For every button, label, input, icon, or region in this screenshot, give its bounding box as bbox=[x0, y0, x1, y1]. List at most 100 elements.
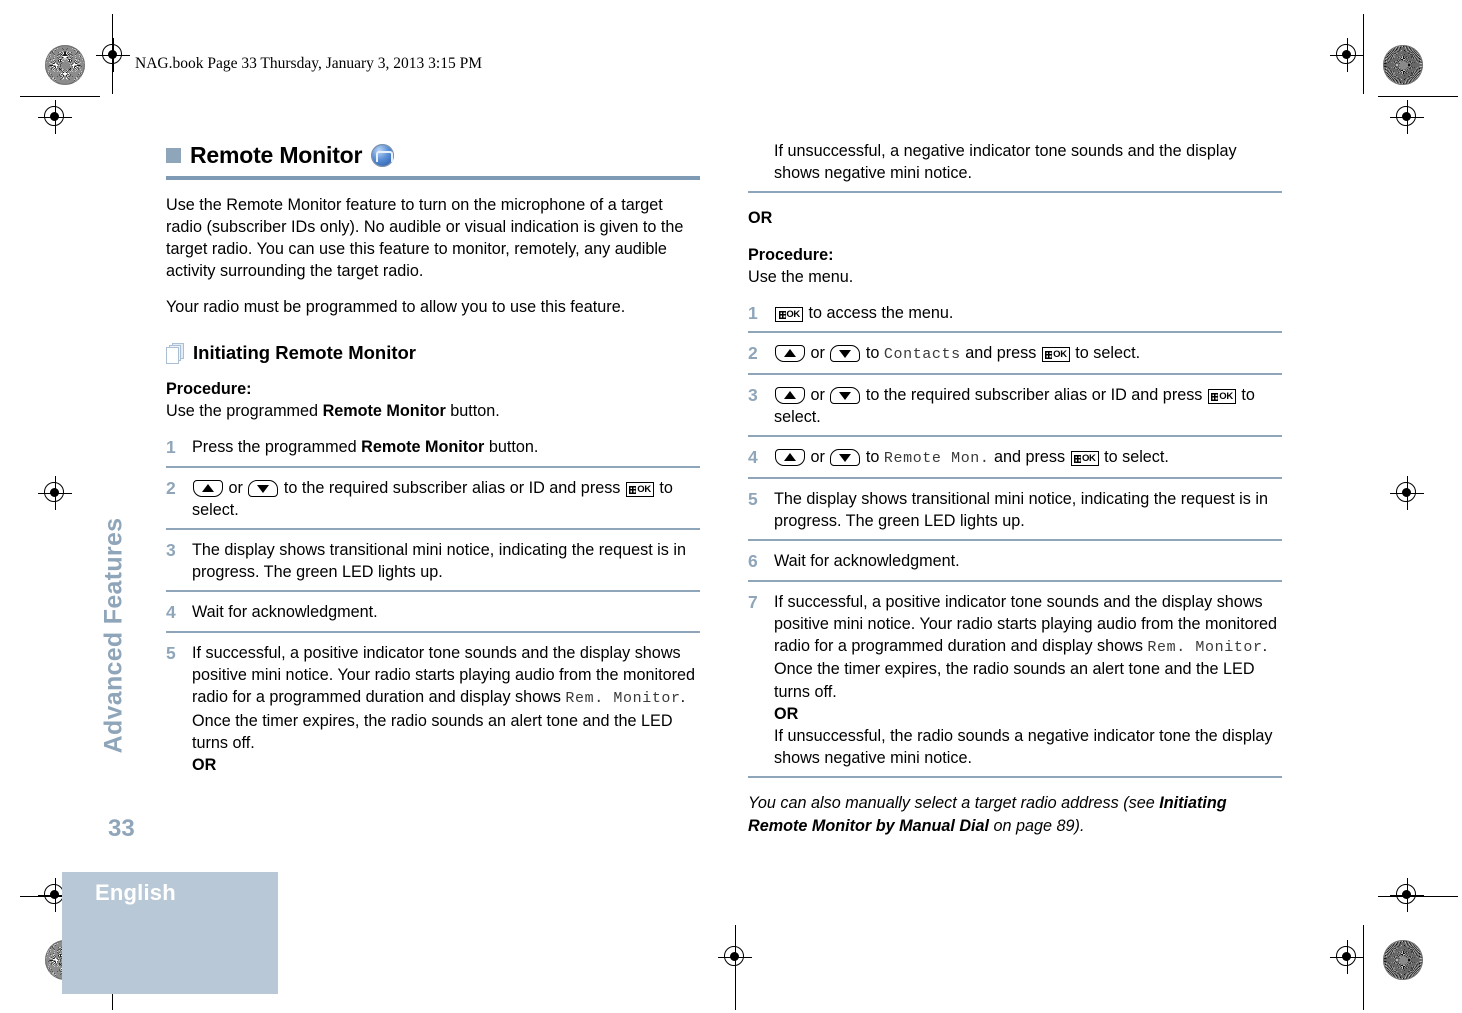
step-text: The display shows transitional mini noti… bbox=[192, 540, 686, 582]
step-number: 2 bbox=[748, 343, 758, 364]
step-text: and press bbox=[989, 448, 1070, 467]
procedure-step: 5 If successful, a positive indicator ton… bbox=[166, 642, 700, 783]
step-number: 4 bbox=[748, 447, 758, 468]
step-number: 4 bbox=[166, 602, 176, 623]
step-text: to bbox=[861, 344, 884, 363]
step-number: 1 bbox=[166, 437, 176, 458]
keypad-grid-glyph bbox=[1211, 392, 1219, 401]
step-content: The display shows transitional mini noti… bbox=[192, 539, 700, 583]
step-text: to the required subscriber alias or ID a… bbox=[279, 478, 625, 497]
procedure-step: 3 The display shows transitional mini not… bbox=[166, 539, 700, 593]
step-number: 5 bbox=[166, 642, 176, 663]
step-text: to select. bbox=[1099, 448, 1169, 467]
step-text: The display shows transitional mini noti… bbox=[774, 489, 1268, 530]
procedure-step: 2 or to Contacts and press OK to select. bbox=[748, 342, 1282, 375]
step-text: or bbox=[806, 344, 830, 363]
registration-crosshair-top-right bbox=[1330, 38, 1364, 72]
step-text: If unsuccessful, the radio sounds a nega… bbox=[774, 727, 1273, 768]
procedure-intro-right: Use the menu. bbox=[748, 267, 854, 286]
procedure-step: 2 or to the required subscriber alias or… bbox=[166, 477, 700, 530]
procedure-step: 4 Wait for acknowledgment. bbox=[166, 601, 700, 633]
registration-crosshair-left-top bbox=[38, 100, 72, 134]
display-screen-text: Rem. Monitor bbox=[565, 690, 681, 708]
section-rule bbox=[166, 175, 700, 180]
left-column: Remote Monitor Use the Remote Monitor fe… bbox=[166, 140, 700, 792]
step-text: or bbox=[806, 448, 830, 467]
procedure-step: 7 If successful, a positive indicator ton… bbox=[748, 591, 1282, 779]
document-page: NAG.book Page 33 Thursday, January 3, 20… bbox=[0, 0, 1462, 1013]
trim-line-bottom-right-v bbox=[1363, 925, 1365, 1010]
menu-ok-key-icon: OK bbox=[625, 481, 654, 497]
registration-crosshair-left-mid bbox=[38, 476, 72, 510]
trim-line-top-left-v bbox=[112, 14, 114, 94]
navigate-up-key-icon bbox=[775, 386, 805, 404]
procedure-step: 3 or to the required subscriber alias or… bbox=[748, 384, 1282, 438]
navigate-down-key-icon bbox=[830, 345, 861, 363]
steps-list-left: 1 Press the programmed Remote Monitor but… bbox=[166, 436, 700, 783]
keypad-grid-glyph bbox=[629, 485, 637, 494]
step-text: and press bbox=[960, 344, 1041, 363]
procedure-intro-text-b: Remote Monitor bbox=[322, 401, 446, 420]
note-italic-text: You can also manually select a target ra… bbox=[748, 794, 1160, 813]
registration-crosshair-right-bottom bbox=[1390, 878, 1424, 912]
or-label-right: OR bbox=[748, 209, 773, 228]
step-text: Wait for acknowledgment. bbox=[774, 552, 960, 571]
procedure-step: 1 Press the programmed Remote Monitor but… bbox=[166, 436, 700, 468]
step-text: to select. bbox=[1070, 344, 1141, 363]
chapter-sidebar-text: Advanced Features bbox=[99, 517, 128, 753]
step-text: Once the timer expires, the radio sounds… bbox=[774, 660, 1255, 701]
step-content: Wait for acknowledgment. bbox=[774, 550, 1282, 572]
ok-label-glyph: OK bbox=[1053, 349, 1067, 361]
intro-paragraph-2: Your radio must be programmed to allow y… bbox=[166, 298, 626, 317]
emphasis-bold-text: Remote Monitor bbox=[361, 438, 485, 457]
step-content: The display shows transitional mini noti… bbox=[774, 488, 1282, 532]
display-screen-text: Remote Mon. bbox=[883, 450, 990, 468]
menu-ok-key-icon: OK bbox=[775, 306, 803, 322]
step-number: 6 bbox=[748, 551, 758, 572]
procedure-label-left: Procedure: bbox=[166, 379, 252, 398]
step-content: OK to access the menu. bbox=[774, 302, 1282, 324]
square-bullet-icon bbox=[166, 148, 181, 164]
emphasis-bold-text: OR bbox=[774, 704, 799, 723]
procedure-intro-left: Use the programmed Remote Monitor button… bbox=[166, 400, 700, 422]
trim-line-top-right-v bbox=[1363, 14, 1365, 94]
language-tab-label: English bbox=[95, 880, 176, 905]
navigate-down-key-icon bbox=[830, 386, 861, 404]
step-text: . bbox=[680, 688, 686, 707]
trim-line-top-right-h bbox=[1378, 96, 1458, 98]
keypad-grid-glyph bbox=[1074, 455, 1082, 464]
ok-label-glyph: OK bbox=[786, 308, 800, 320]
keypad-grid-glyph bbox=[778, 310, 786, 319]
step-text: to bbox=[861, 448, 884, 467]
procedure-label-right: Procedure: bbox=[748, 245, 834, 264]
step-number: 5 bbox=[748, 488, 758, 509]
display-screen-text: Contacts bbox=[883, 346, 961, 364]
step-content: or to Remote Mon. and press OK to select… bbox=[774, 446, 1282, 470]
registration-starburst-top-right bbox=[1383, 45, 1423, 85]
step-text: or bbox=[806, 385, 830, 404]
menu-ok-key-icon: OK bbox=[1041, 347, 1070, 363]
page-title: Remote Monitor bbox=[190, 142, 363, 168]
stacked-pages-icon bbox=[166, 342, 185, 364]
step-content: If successful, a positive indicator tone… bbox=[192, 642, 700, 776]
keypad-grid-glyph bbox=[1045, 351, 1053, 360]
step-text: . bbox=[1262, 636, 1268, 655]
trim-line-bottom-center-v bbox=[735, 925, 737, 1010]
display-screen-text: Rem. Monitor bbox=[1147, 638, 1263, 656]
registration-starburst-bottom-right bbox=[1383, 940, 1423, 980]
step-number: 7 bbox=[748, 591, 758, 612]
note-italic-text: on page 89). bbox=[989, 817, 1085, 836]
navigate-down-key-icon bbox=[248, 479, 279, 497]
trim-line-top-left-h bbox=[20, 96, 100, 98]
procedure-step: 5 The display shows transitional mini not… bbox=[748, 488, 1282, 542]
emphasis-bold-text: OR bbox=[192, 755, 217, 774]
page-number: 33 bbox=[108, 815, 135, 842]
step-content: or to the required subscriber alias or I… bbox=[774, 384, 1282, 428]
procedure-intro-text-c: button. bbox=[445, 401, 500, 420]
step-text: to access the menu. bbox=[804, 303, 954, 322]
registration-crosshair-right-top bbox=[1390, 100, 1424, 134]
right-column: If unsuccessful, a negative indicator to… bbox=[748, 140, 1282, 854]
procedure-step: 6 Wait for acknowledgment. bbox=[748, 550, 1282, 582]
step-text: to the required subscriber alias or ID a… bbox=[861, 385, 1207, 404]
step-number: 2 bbox=[166, 477, 176, 498]
